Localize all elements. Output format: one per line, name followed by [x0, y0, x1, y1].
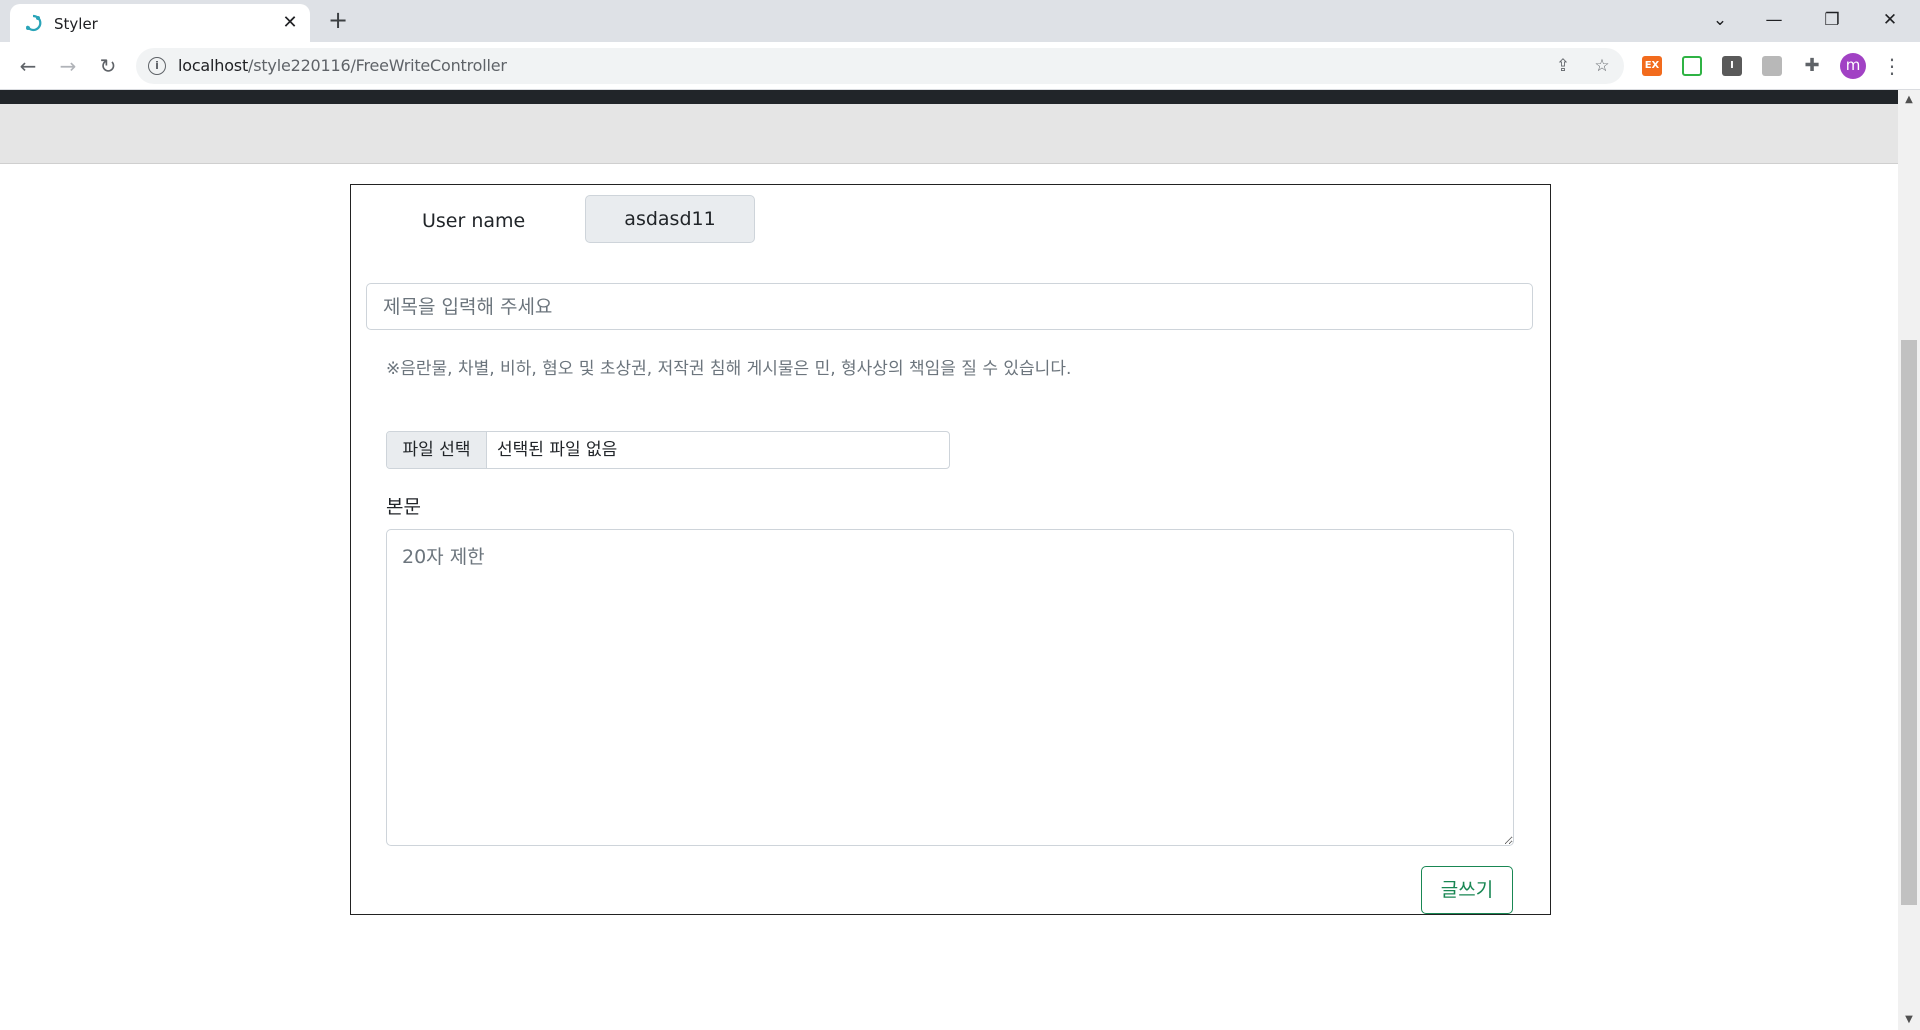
site-navbar [0, 90, 1898, 104]
scroll-thumb[interactable] [1901, 340, 1917, 905]
window-close-icon[interactable]: ✕ [1870, 6, 1910, 34]
bookmark-star-icon[interactable]: ☆ [1591, 55, 1613, 77]
share-icon[interactable]: ⇪ [1552, 55, 1574, 77]
scroll-down-icon[interactable]: ▼ [1898, 1012, 1920, 1028]
site-info-icon[interactable]: i [148, 57, 166, 75]
tab-search-chevron-icon[interactable]: ⌄ [1700, 6, 1740, 34]
extension-green-icon[interactable] [1682, 56, 1702, 76]
forward-icon[interactable]: → [54, 52, 82, 80]
profile-avatar[interactable]: m [1840, 53, 1866, 79]
restore-icon[interactable]: ❐ [1812, 6, 1852, 34]
back-icon[interactable]: ← [14, 52, 42, 80]
browser-tab[interactable]: Styler ✕ [10, 4, 310, 42]
submit-write-button[interactable]: 글쓰기 [1421, 866, 1513, 914]
extension-gray-icon[interactable]: I [1722, 56, 1742, 76]
title-input[interactable] [366, 283, 1533, 330]
styler-favicon-icon [24, 14, 42, 32]
browser-tab-strip: Styler ✕ + ⌄ — ❐ ✕ [0, 0, 1920, 42]
legal-notice: ※음란물, 차별, 비하, 혐오 및 초상권, 저작권 침해 게시물은 민, 형… [386, 359, 1072, 379]
browser-toolbar: ← → ↻ i localhost/style220116/FreeWriteC… [0, 42, 1920, 90]
reload-icon[interactable]: ↻ [94, 52, 122, 80]
tab-close-icon[interactable]: ✕ [280, 13, 300, 33]
new-tab-icon[interactable]: + [326, 8, 350, 32]
site-header-band [0, 104, 1898, 164]
minimize-icon[interactable]: — [1754, 6, 1794, 34]
page-scrollbar[interactable]: ▲ ▼ [1898, 90, 1920, 1030]
file-input[interactable]: 파일 선택 선택된 파일 없음 [386, 431, 950, 469]
user-name-label: User name [422, 210, 526, 232]
file-status-text: 선택된 파일 없음 [497, 440, 618, 460]
extension-ex-icon[interactable]: EX [1642, 56, 1662, 76]
write-form: User name asdasd11 ※음란물, 차별, 비하, 혐오 및 초상… [350, 184, 1551, 915]
extension-photo-icon[interactable] [1762, 56, 1782, 76]
url-text[interactable]: localhost/style220116/FreeWriteControlle… [178, 56, 507, 75]
user-name-value: asdasd11 [585, 195, 755, 243]
tab-title: Styler [54, 15, 98, 33]
browser-menu-icon[interactable]: ⋮ [1882, 54, 1902, 78]
scroll-up-icon[interactable]: ▲ [1898, 92, 1920, 108]
extensions-puzzle-icon[interactable]: ✚ [1801, 55, 1823, 77]
address-bar[interactable]: i localhost/style220116/FreeWriteControl… [136, 48, 1624, 84]
body-textarea[interactable] [386, 529, 1514, 846]
body-label: 본문 [386, 496, 421, 518]
file-choose-button[interactable]: 파일 선택 [387, 432, 487, 468]
